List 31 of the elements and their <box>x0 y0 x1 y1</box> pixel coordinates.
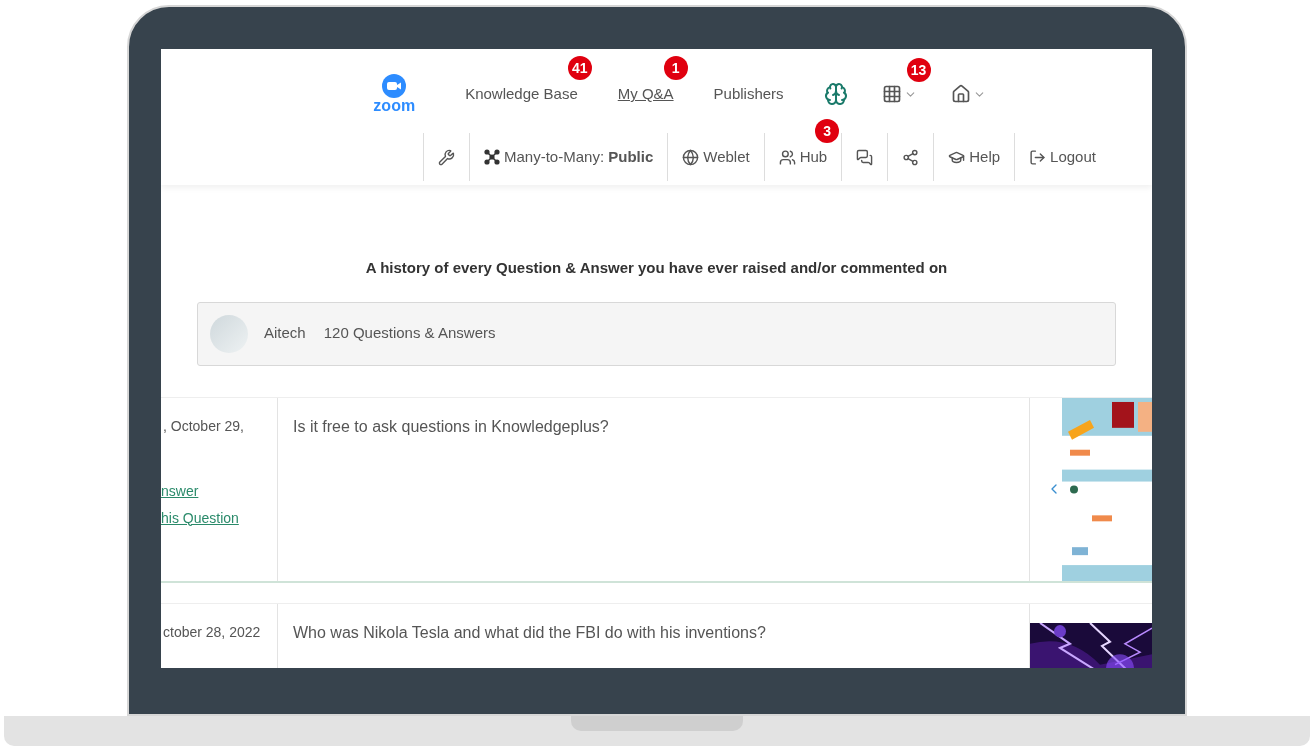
count-badge: 13 <box>906 58 931 82</box>
logout-icon <box>1029 148 1047 166</box>
toolbar-button[interactable]: Logout <box>1015 133 1110 181</box>
nav-link[interactable]: Publishers <box>713 85 784 102</box>
question-count: 120 Questions & Answers <box>323 323 496 344</box>
toolbar-button[interactable]: Weblet <box>668 133 764 181</box>
nav-link[interactable]: My Q&A <box>617 85 674 102</box>
nav-link[interactable]: Knowledge Base <box>465 85 578 102</box>
count-badge: 1 <box>663 56 688 80</box>
video-camera-icon <box>382 74 407 98</box>
share-icon <box>902 148 920 166</box>
date-text: , October 29, <box>162 416 245 436</box>
globe-icon <box>682 148 700 166</box>
question-text[interactable]: Is it free to ask questions in Knowledgeplus? <box>293 417 609 435</box>
toolbar-button[interactable]: Help <box>934 133 1015 181</box>
count-badge: 3 <box>815 119 840 143</box>
page-heading: A history of every Question & Answer you have ever raised and/or commented on <box>365 258 948 278</box>
avatar <box>210 314 248 353</box>
tools-icon <box>438 148 456 166</box>
chat-icon <box>856 148 874 166</box>
question-text[interactable]: Who was Nikola Tesla and what did the FBI do with his inventions? <box>293 623 766 641</box>
people-icon <box>778 148 796 166</box>
grid-icon <box>881 84 902 104</box>
network-icon <box>484 149 501 165</box>
action-link[interactable]: his Question <box>161 507 277 529</box>
toolbar-button[interactable]: Many-to-Many: Public <box>470 133 668 181</box>
count-badge: 41 <box>567 56 592 80</box>
home-icon <box>950 84 971 104</box>
date-text: ctober 28, 2022 <box>162 622 262 642</box>
action-link[interactable]: nswer <box>161 480 277 502</box>
user-name: Aitech <box>264 323 306 344</box>
